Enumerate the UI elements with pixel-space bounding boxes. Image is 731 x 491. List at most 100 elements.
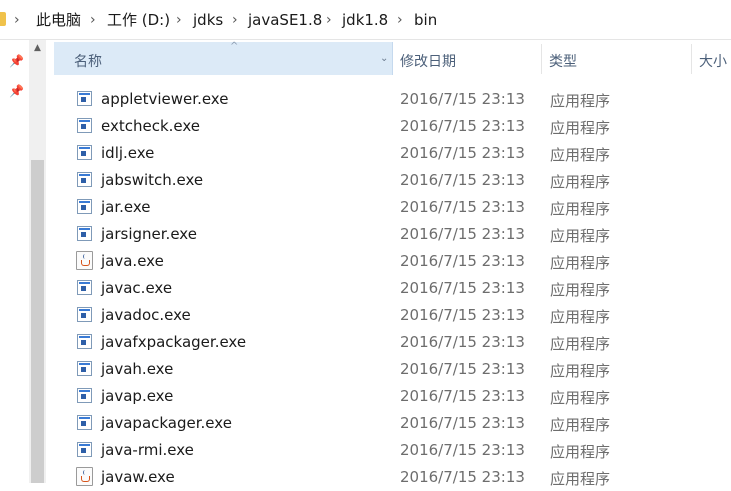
navigation-scrollbar-thumb[interactable] (31, 160, 44, 483)
file-name: javadoc.exe (101, 306, 191, 324)
breadcrumb-drive-d[interactable]: 工作 (D:) (107, 9, 170, 31)
file-modified-date: 2016/7/15 23:13 (400, 468, 525, 486)
column-header-size[interactable]: 大小 (699, 51, 727, 71)
file-modified-date: 2016/7/15 23:13 (400, 90, 525, 108)
file-modified-date: 2016/7/15 23:13 (400, 441, 525, 459)
file-modified-date: 2016/7/15 23:13 (400, 117, 525, 135)
exe-icon (77, 91, 92, 106)
file-type: 应用程序 (550, 119, 611, 137)
java-icon (76, 467, 93, 486)
column-header-type[interactable]: 类型 (549, 51, 577, 71)
file-type: 应用程序 (550, 389, 611, 407)
file-name: extcheck.exe (101, 117, 201, 135)
exe-icon (77, 280, 92, 295)
breadcrumb-separator: › (14, 12, 20, 28)
file-name: javapackager.exe (101, 414, 232, 432)
exe-icon (77, 172, 92, 187)
file-modified-date: 2016/7/15 23:13 (400, 279, 525, 297)
breadcrumb-bin[interactable]: bin (414, 9, 437, 31)
file-row[interactable]: jarsigner.exe 2016/7/15 23:13 应用程序 (46, 221, 731, 248)
file-modified-date: 2016/7/15 23:13 (400, 360, 525, 378)
breadcrumb-separator[interactable]: › (326, 9, 332, 31)
file-modified-date: 2016/7/15 23:13 (400, 171, 525, 189)
file-row[interactable]: appletviewer.exe 2016/7/15 23:13 应用程序 (46, 86, 731, 113)
sort-ascending-icon: ^ (230, 41, 239, 52)
file-row[interactable]: jar.exe 2016/7/15 23:13 应用程序 (46, 194, 731, 221)
file-name: javafxpackager.exe (101, 333, 247, 351)
column-name-label: 名称 (74, 54, 102, 70)
scroll-up-arrow-icon[interactable]: ▲ (29, 40, 46, 57)
pin-icon[interactable]: 📌 (9, 84, 24, 98)
file-row[interactable]: javafxpackager.exe 2016/7/15 23:13 应用程序 (46, 329, 731, 356)
exe-icon (77, 442, 92, 457)
breadcrumb-jdk18[interactable]: jdk1.8 (342, 9, 388, 31)
file-name: javah.exe (101, 360, 174, 378)
breadcrumb-separator[interactable]: › (232, 9, 238, 31)
file-type: 应用程序 (550, 92, 611, 110)
file-modified-date: 2016/7/15 23:13 (400, 144, 525, 162)
exe-icon (77, 118, 92, 133)
file-row[interactable]: java-rmi.exe 2016/7/15 23:13 应用程序 (46, 437, 731, 464)
breadcrumb-this-pc[interactable]: 此电脑 (36, 9, 81, 31)
file-type: 应用程序 (550, 173, 611, 191)
file-row[interactable]: extcheck.exe 2016/7/15 23:13 应用程序 (46, 113, 731, 140)
exe-icon (77, 415, 92, 430)
file-row[interactable]: jabswitch.exe 2016/7/15 23:13 应用程序 (46, 167, 731, 194)
breadcrumb-separator[interactable]: › (90, 9, 96, 31)
breadcrumb-separator[interactable]: › (397, 9, 403, 31)
file-name: idlj.exe (101, 144, 155, 162)
exe-icon (77, 361, 92, 376)
file-row[interactable]: java.exe 2016/7/15 23:13 应用程序 (46, 248, 731, 275)
file-row[interactable]: idlj.exe 2016/7/15 23:13 应用程序 (46, 140, 731, 167)
file-type: 应用程序 (550, 227, 611, 245)
file-name: javap.exe (101, 387, 174, 405)
file-name: appletviewer.exe (101, 90, 229, 108)
exe-icon (77, 199, 92, 214)
file-modified-date: 2016/7/15 23:13 (400, 198, 525, 216)
cup-icon (81, 476, 90, 482)
file-type: 应用程序 (550, 254, 611, 272)
file-name: jabswitch.exe (101, 171, 204, 189)
file-modified-date: 2016/7/15 23:13 (400, 333, 525, 351)
address-bar[interactable]: › 此电脑 › 工作 (D:) › jdks › javaSE1.8 › jdk… (0, 0, 731, 40)
column-divider[interactable] (541, 44, 542, 74)
file-row[interactable]: javadoc.exe 2016/7/15 23:13 应用程序 (46, 302, 731, 329)
column-header-date[interactable]: 修改日期 (400, 51, 456, 71)
column-header-name[interactable]: ^ 名称 ⌄ (54, 41, 393, 75)
file-name: javaw.exe (101, 468, 175, 486)
file-type: 应用程序 (550, 308, 611, 326)
file-type: 应用程序 (550, 416, 611, 434)
file-row[interactable]: javap.exe 2016/7/15 23:13 应用程序 (46, 383, 731, 410)
steam-icon (83, 254, 87, 259)
file-row[interactable]: javapackager.exe 2016/7/15 23:13 应用程序 (46, 410, 731, 437)
steam-icon (83, 470, 87, 475)
file-type: 应用程序 (550, 281, 611, 299)
folder-icon (0, 12, 6, 26)
file-name: javac.exe (101, 279, 173, 297)
cup-icon (81, 260, 90, 266)
file-type: 应用程序 (550, 470, 611, 488)
file-name: java-rmi.exe (101, 441, 194, 459)
exe-icon (77, 145, 92, 160)
file-row[interactable]: javah.exe 2016/7/15 23:13 应用程序 (46, 356, 731, 383)
file-type: 应用程序 (550, 200, 611, 218)
java-icon (76, 251, 93, 270)
file-modified-date: 2016/7/15 23:13 (400, 225, 525, 243)
breadcrumb-jdks[interactable]: jdks (193, 9, 223, 31)
pin-icon[interactable]: 📌 (9, 54, 24, 68)
file-row[interactable]: javaw.exe 2016/7/15 23:13 应用程序 (46, 464, 731, 491)
file-list: appletviewer.exe 2016/7/15 23:13 应用程序 extch… (46, 86, 731, 491)
file-row[interactable]: javac.exe 2016/7/15 23:13 应用程序 (46, 275, 731, 302)
column-divider[interactable] (691, 44, 692, 74)
file-type: 应用程序 (550, 146, 611, 164)
chevron-down-icon[interactable]: ⌄ (380, 53, 388, 64)
breadcrumb-separator[interactable]: › (176, 9, 182, 31)
file-type: 应用程序 (550, 362, 611, 380)
column-header: ^ 名称 ⌄ 修改日期 类型 大小 (46, 40, 731, 76)
file-type: 应用程序 (550, 443, 611, 461)
exe-icon (77, 226, 92, 241)
file-name: jar.exe (101, 198, 151, 216)
breadcrumb-javase18[interactable]: javaSE1.8 (248, 9, 322, 31)
file-modified-date: 2016/7/15 23:13 (400, 414, 525, 432)
file-type: 应用程序 (550, 335, 611, 353)
